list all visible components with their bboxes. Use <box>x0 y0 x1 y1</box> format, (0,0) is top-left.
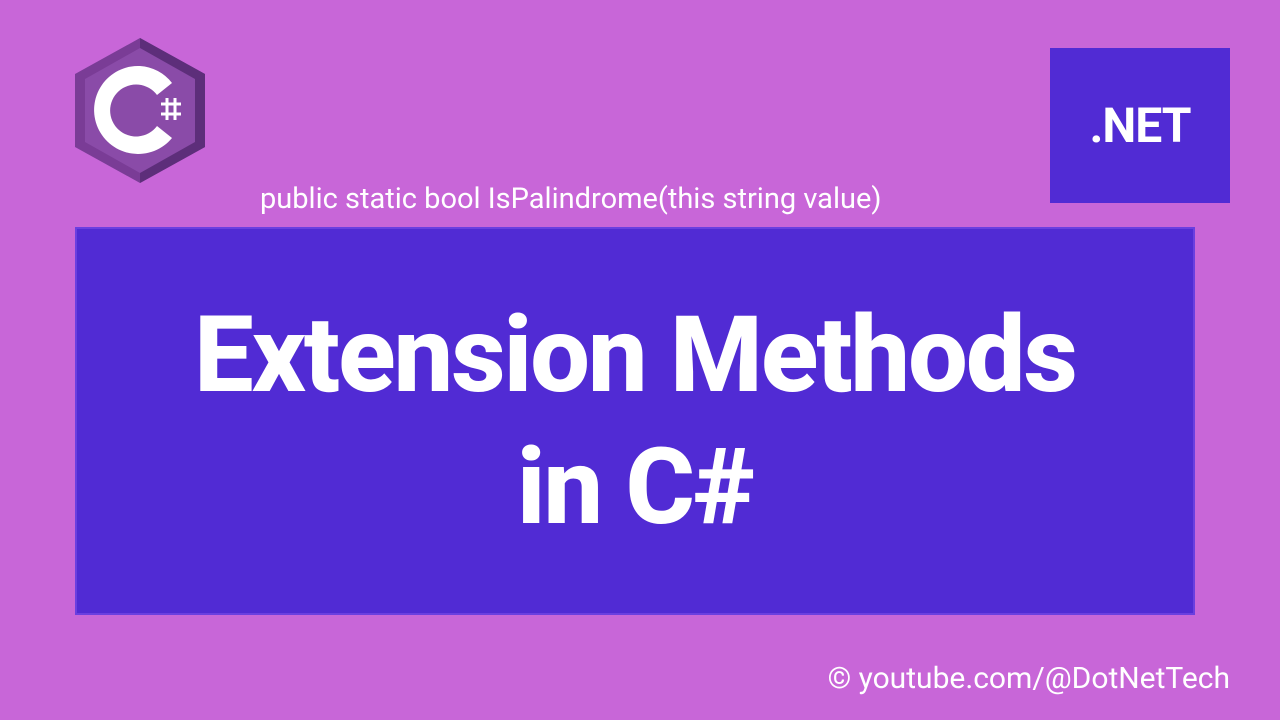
csharp-logo-icon <box>75 38 205 183</box>
dotnet-label: .NET <box>1090 97 1191 154</box>
title-block: Extension Methods in C# <box>75 227 1195 615</box>
title-line-1: Extension Methods <box>194 289 1076 422</box>
title-line-2: in C# <box>517 421 753 554</box>
code-snippet: public static bool IsPalindrome(this str… <box>260 182 881 216</box>
attribution: © youtube.com/@DotNetTech <box>828 661 1230 696</box>
dotnet-badge: .NET <box>1050 48 1230 203</box>
